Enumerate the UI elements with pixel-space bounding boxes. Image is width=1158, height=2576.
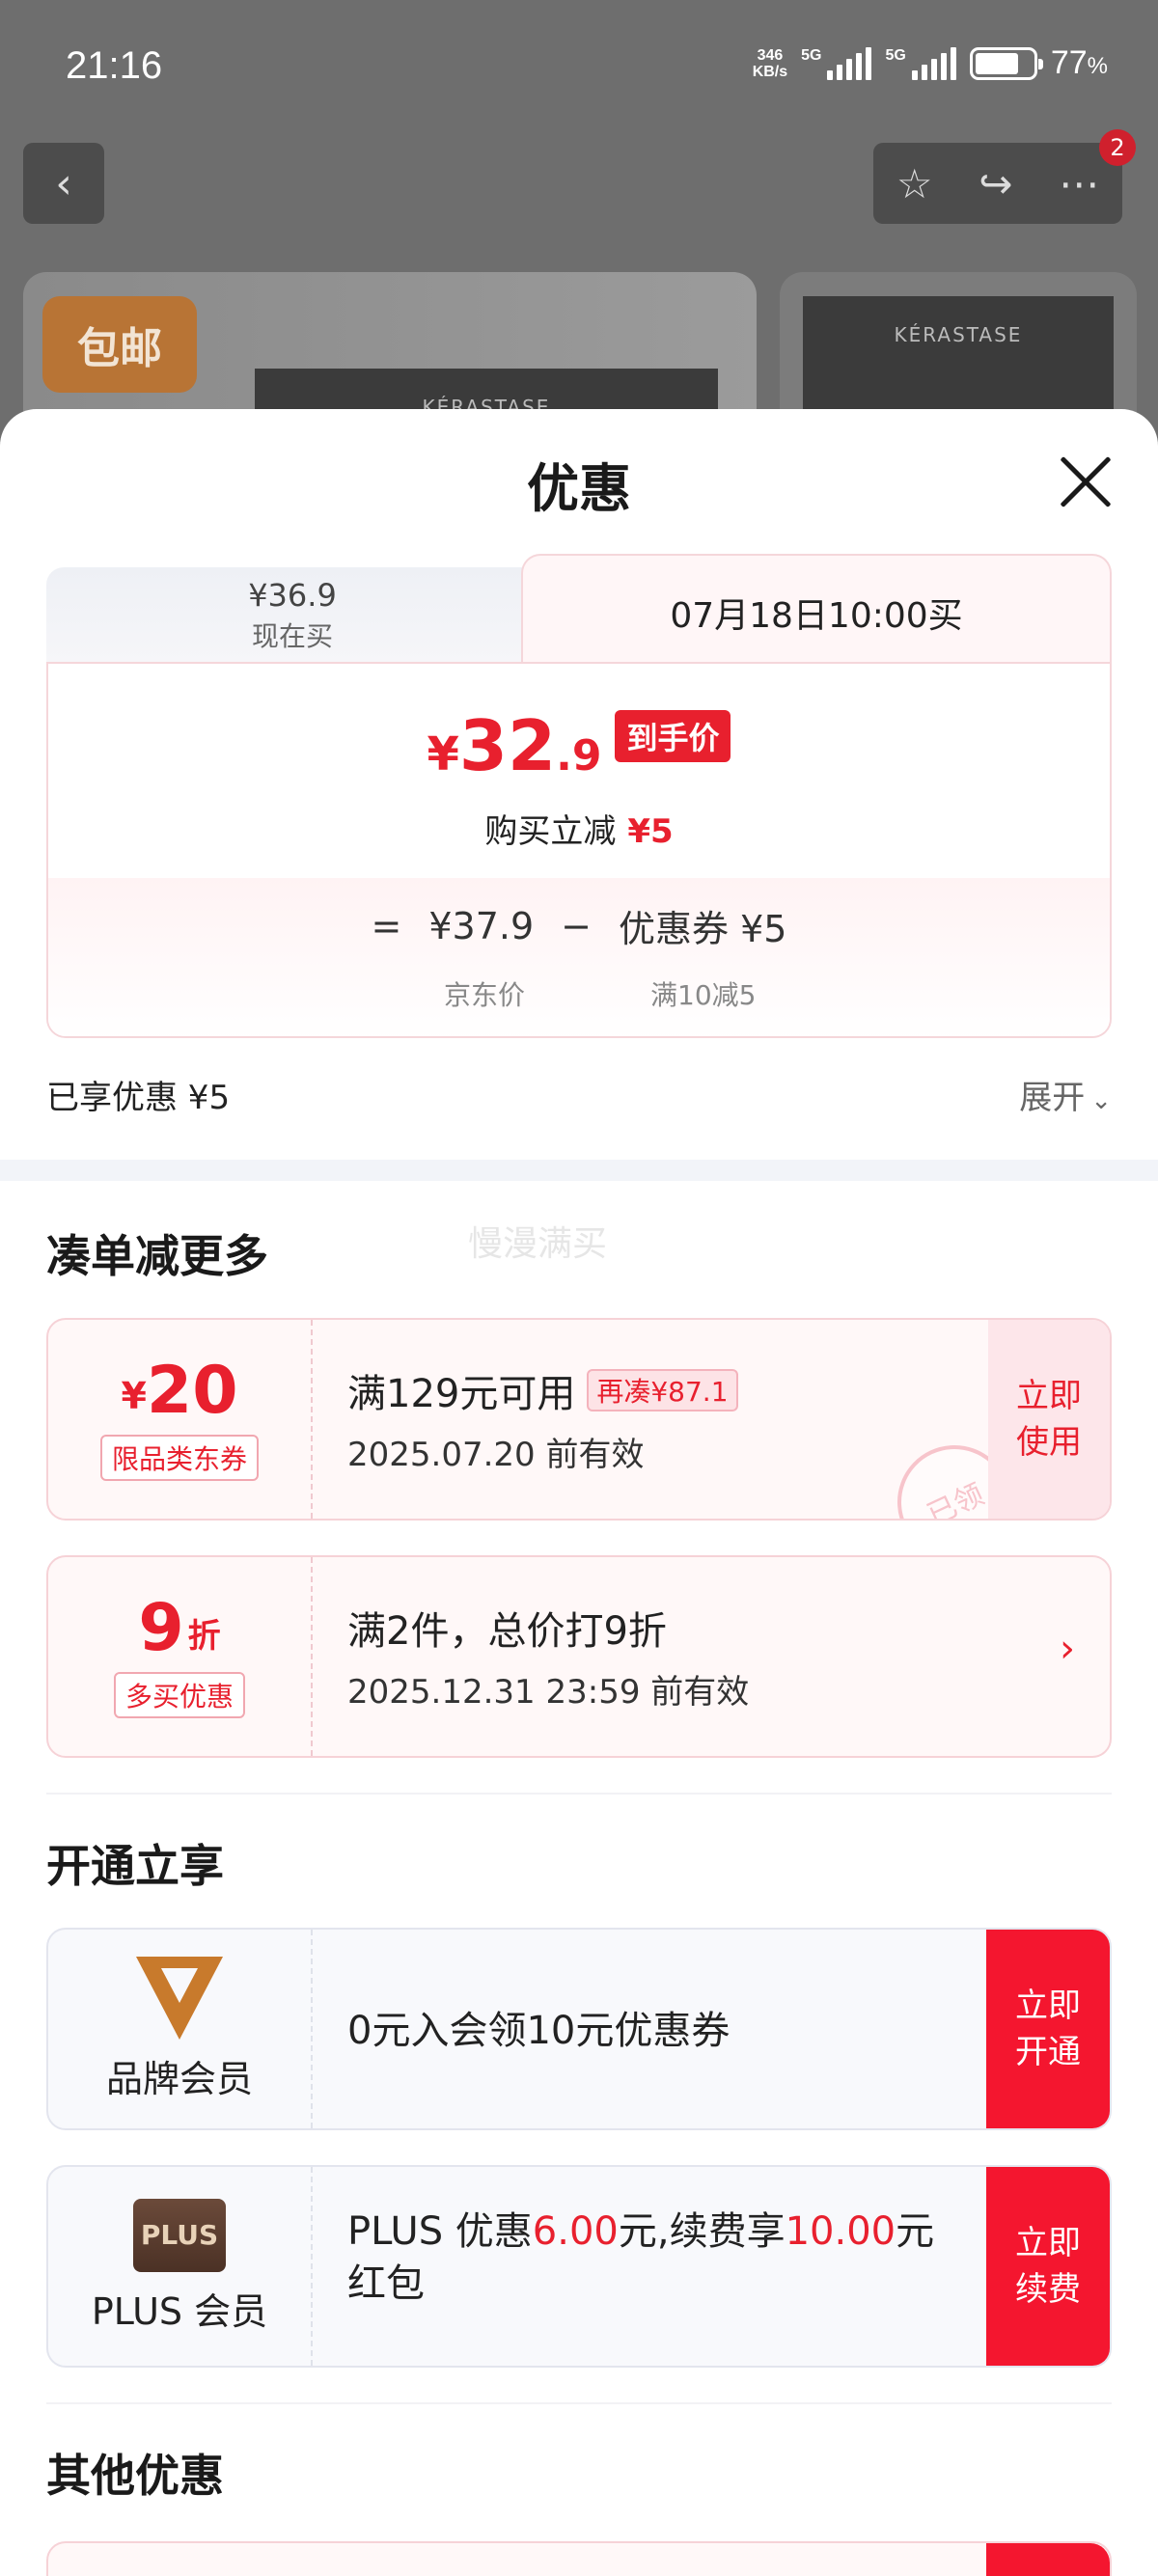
share-icon[interactable]: ↪ — [979, 160, 1012, 207]
plus-logo-icon: PLUS — [133, 2198, 226, 2272]
plus-member-card: PLUS PLUS 会员 PLUS 优惠6.00元,续费享10.00元红包 立即… — [46, 2165, 1112, 2368]
net-speed-value: 346 — [757, 46, 784, 64]
watermark-text: 慢漫满买 — [468, 1224, 608, 1264]
final-price-box: ¥32.9 到手价 购买立减 ¥5 = ¥37.9 − 优惠券 ¥5 京东价 满1… — [46, 662, 1112, 1038]
use-now-button[interactable]: 立即使用 — [988, 1320, 1110, 1519]
net-speed-unit: KB/s — [752, 63, 788, 80]
expand-button[interactable]: 展开 ⌄ — [1019, 1071, 1112, 1118]
brand-member-label: 品牌会员 — [105, 2057, 253, 2100]
more-icon[interactable]: ⋯ — [1059, 160, 1099, 207]
brand-member-logo-icon — [136, 1956, 223, 2040]
sheet-title: 优惠 — [527, 458, 631, 519]
plus-member-desc: PLUS 优惠6.00元,续费享10.00元红包 — [347, 2209, 935, 2306]
coupon-card: ¥20 限品类东券 满129元可用 再凑¥87.1 2025.07.20 前有效 … — [46, 1318, 1112, 1521]
network-type-2: 5G — [885, 46, 906, 64]
price-tabs: ¥36.9 现在买 07月18日10:00买 — [46, 554, 1112, 670]
section-title-open: 开通立享 — [46, 1840, 224, 1892]
price-formula: = ¥37.9 − 优惠券 ¥5 京东价 满10减5 — [48, 878, 1110, 1036]
discount-sheet: 优惠 ¥36.9 现在买 07月18日10:00买 ¥32.9 到手价 购买立减… — [0, 409, 1158, 2576]
divider — [46, 1793, 1112, 1795]
divider — [46, 2402, 1112, 2404]
tab-buy-now[interactable]: ¥36.9 现在买 — [46, 567, 548, 664]
tab-now-price: ¥36.9 — [248, 577, 337, 614]
formula-coupon-label: 满10减5 — [650, 979, 757, 1011]
tab-now-label: 现在买 — [251, 620, 333, 652]
star-icon[interactable]: ☆ — [896, 160, 933, 207]
final-price-value: ¥32.9 — [427, 705, 602, 786]
status-icons: 346 KB/s 5G 5G 77% — [753, 44, 1108, 82]
formula-equals: = — [371, 904, 402, 947]
network-type-1: 5G — [801, 46, 822, 64]
coupon-expiry: 2025.07.20 前有效 — [347, 1436, 645, 1474]
formula-coupon: 优惠券 ¥5 — [619, 908, 787, 950]
tab-buy-later[interactable]: 07月18日10:00买 — [521, 554, 1112, 670]
formula-jd-price: ¥37.9 — [428, 904, 535, 947]
net-speed: 346 KB/s — [753, 47, 787, 80]
free-shipping-badge: 包邮 — [42, 296, 197, 393]
enjoyed-discount: 已享优惠 ¥5 — [46, 1079, 231, 1117]
back-button[interactable]: ‹ — [23, 143, 104, 224]
notification-badge: 2 — [1099, 129, 1136, 166]
formula-minus: − — [561, 904, 593, 947]
chevron-left-icon: ‹ — [55, 158, 72, 208]
top-actions: ☆ ↪ ⋯ 2 — [873, 129, 1136, 224]
section-title-more: 凑单减更多 — [46, 1230, 268, 1282]
multi-buy-expiry: 2025.12.31 23:59 前有效 — [347, 1673, 750, 1712]
coupon-type: 限品类东券 — [99, 1435, 259, 1481]
coupon-condition: 满129元可用 — [347, 1372, 576, 1416]
plus-member-label: PLUS 会员 — [91, 2289, 268, 2333]
multi-buy-type: 多买优惠 — [113, 1672, 245, 1718]
final-price: ¥32.9 到手价 — [48, 710, 1110, 781]
instant-discount: 购买立减 ¥5 — [484, 812, 674, 851]
multi-buy-amount: 9折 — [138, 1590, 221, 1666]
chevron-down-icon: ⌄ — [1090, 1086, 1112, 1115]
coupon-amount: ¥20 — [121, 1353, 238, 1429]
multi-buy-condition: 满2件，总价打9折 — [347, 1609, 667, 1654]
open-now-button[interactable]: 立即开通 — [986, 1930, 1110, 2128]
section-divider — [0, 1160, 1158, 1181]
chevron-right-icon: › — [1060, 1627, 1075, 1671]
renew-now-button[interactable]: 立即续费 — [986, 2167, 1110, 2366]
other-offer-card[interactable] — [46, 2541, 1112, 2576]
status-time: 21:16 — [66, 44, 163, 87]
brand-member-desc: 0元入会领10元优惠券 — [347, 2009, 731, 2053]
signal-icon: 5G — [801, 46, 872, 80]
coupon-gap: 再凑¥87.1 — [587, 1369, 738, 1411]
signal-icon-2: 5G — [885, 46, 956, 80]
battery-percent: 77% — [1050, 44, 1108, 81]
brand-member-card: 品牌会员 0元入会领10元优惠券 立即开通 — [46, 1928, 1112, 2130]
close-icon[interactable] — [1058, 453, 1114, 509]
section-title-other: 其他优惠 — [46, 2450, 224, 2502]
final-price-tag: 到手价 — [615, 710, 731, 762]
multi-buy-card[interactable]: 9折 多买优惠 满2件，总价打9折 2025.12.31 23:59 前有效 › — [46, 1555, 1112, 1758]
battery-icon — [969, 46, 1043, 80]
status-bar: 21:16 346 KB/s 5G 5G 77% — [0, 0, 1158, 135]
formula-price-label: 京东价 — [444, 979, 526, 1011]
